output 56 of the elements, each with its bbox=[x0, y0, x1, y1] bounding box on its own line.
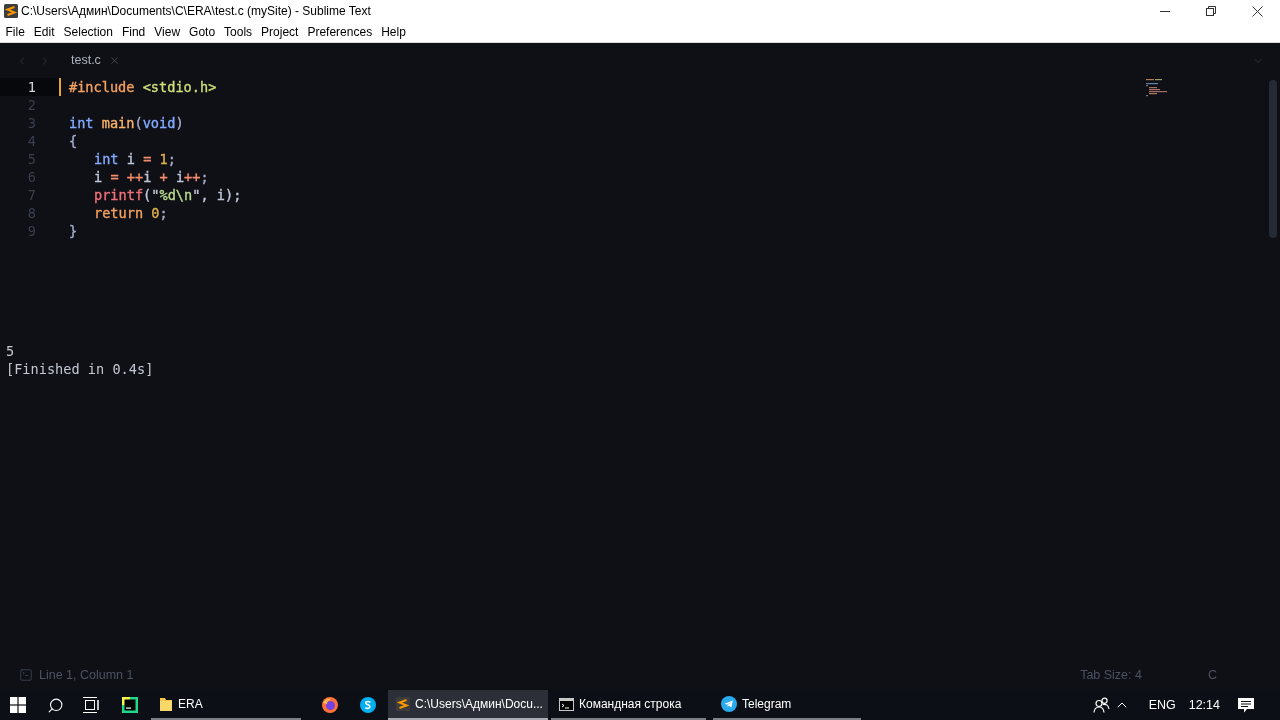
menu-item[interactable]: Project bbox=[256, 23, 303, 41]
app-logo-icon bbox=[4, 4, 18, 18]
minimize-icon bbox=[1160, 10, 1170, 12]
line-number: 7 bbox=[27, 185, 36, 205]
menu-item[interactable]: Selection bbox=[59, 23, 118, 41]
line-number: 5 bbox=[27, 149, 36, 169]
code-line: printf("%d\n", i); bbox=[94, 185, 242, 205]
menu-item[interactable]: File bbox=[1, 23, 30, 41]
build-output-line: [Finished in 0.4s] bbox=[6, 360, 154, 378]
task-view-icon[interactable] bbox=[82, 697, 100, 713]
minimap[interactable] bbox=[1146, 79, 1168, 97]
code-line: return 0; bbox=[94, 203, 168, 223]
app-logo-icon[interactable] bbox=[322, 697, 338, 713]
menu-item[interactable]: Preferences bbox=[302, 23, 377, 41]
window-title: C:\Users\Админ\Documents\C\ERA\test.c (mySite) - Sublime Text bbox=[21, 3, 371, 20]
app-logo-icon bbox=[396, 697, 410, 711]
menu-item[interactable]: Edit bbox=[29, 23, 60, 41]
code-line: } bbox=[69, 221, 78, 241]
menu-item[interactable]: Help bbox=[376, 23, 411, 41]
cursor-position: Line 1, Column 1 bbox=[39, 666, 134, 684]
menu-item[interactable]: Goto bbox=[184, 23, 220, 41]
terminal-window-icon bbox=[559, 697, 574, 711]
paper-plane-icon bbox=[721, 696, 737, 712]
code-line: #include <stdio.h> bbox=[69, 77, 217, 97]
menu-item[interactable]: View bbox=[149, 23, 185, 41]
app-logo-icon[interactable] bbox=[360, 697, 376, 713]
line-number: 8 bbox=[27, 203, 36, 223]
line-number: 4 bbox=[27, 131, 36, 151]
taskbar-window-button[interactable]: Telegram bbox=[713, 690, 861, 720]
line-number: 3 bbox=[27, 113, 36, 133]
search-icon[interactable] bbox=[47, 696, 64, 714]
taskbar-window-button[interactable]: C:\Users\Админ\Docu... bbox=[388, 690, 548, 720]
close-icon bbox=[1251, 5, 1263, 17]
people-icon[interactable] bbox=[1092, 697, 1110, 713]
taskbar-window-button[interactable]: ERA bbox=[151, 690, 301, 720]
code-line: int i = 1; bbox=[94, 149, 176, 169]
line-number: 9 bbox=[27, 221, 36, 241]
start-icon[interactable] bbox=[10, 697, 26, 713]
clock-time[interactable]: 12:14 bbox=[1188, 695, 1220, 715]
code-line: { bbox=[69, 131, 78, 151]
line-number: 1 bbox=[27, 77, 36, 97]
menu-item[interactable]: Tools bbox=[219, 23, 257, 41]
scrollbar-thumb[interactable] bbox=[1269, 80, 1277, 238]
build-output-line: 5 bbox=[6, 342, 15, 360]
code-line: int main(void) bbox=[69, 113, 184, 133]
menu-item[interactable]: Find bbox=[117, 23, 150, 41]
restore-icon bbox=[1206, 6, 1216, 16]
input-language[interactable]: ENG bbox=[1148, 695, 1176, 715]
folder-icon bbox=[159, 696, 173, 712]
taskbar-window-button[interactable]: Командная строка bbox=[551, 690, 706, 720]
line-number: 6 bbox=[27, 167, 36, 187]
line-number: 2 bbox=[27, 95, 36, 115]
app-logo-icon[interactable] bbox=[122, 697, 138, 713]
notification-icon[interactable] bbox=[1238, 697, 1254, 713]
code-line: i = ++i + i++; bbox=[94, 167, 209, 187]
file-tab[interactable]: test.c bbox=[71, 51, 101, 70]
